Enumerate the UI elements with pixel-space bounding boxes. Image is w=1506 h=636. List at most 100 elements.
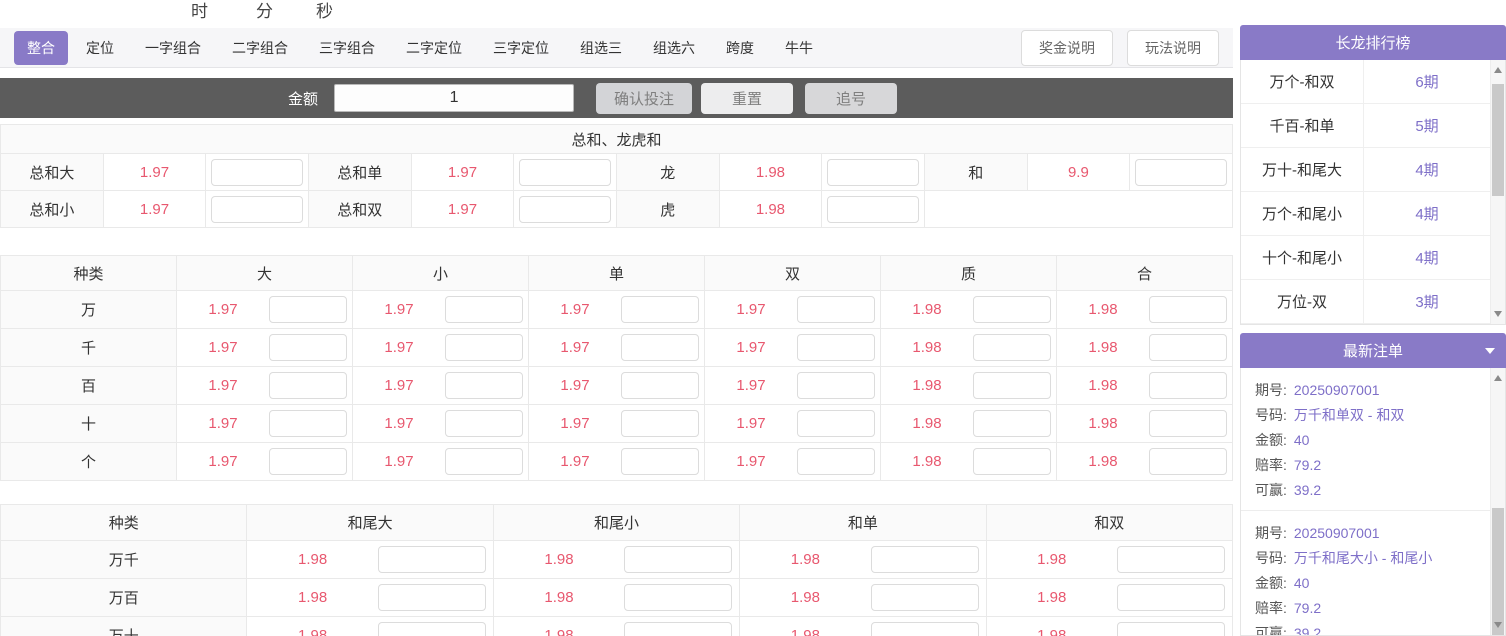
- bet-amount-input[interactable]: [1149, 334, 1227, 361]
- tab-item[interactable]: 一字组合: [132, 31, 214, 65]
- bet-amount-input[interactable]: [1117, 546, 1225, 573]
- odds-value: 1.97: [529, 339, 621, 356]
- bet-amount-input[interactable]: [973, 296, 1051, 323]
- bet-amount-input[interactable]: [445, 410, 523, 437]
- bet-amount-input[interactable]: [445, 296, 523, 323]
- ranking-row[interactable]: 万个-和尾小4期: [1241, 192, 1490, 236]
- bet-type-label: 总和大: [1, 154, 104, 191]
- bet-amount-input[interactable]: [519, 159, 611, 186]
- bet-amount-input[interactable]: [973, 372, 1051, 399]
- ranking-row[interactable]: 万位-双3期: [1241, 280, 1490, 324]
- ranking-row[interactable]: 千百-和单5期: [1241, 104, 1490, 148]
- tab-item[interactable]: 二字定位: [393, 31, 475, 65]
- bet-amount-input[interactable]: [621, 372, 699, 399]
- bet-row: 总和小1.97总和双1.97虎1.98: [1, 191, 1233, 228]
- order-entry: 期号:20250907001号码:万千和单双 - 和双金额:40赔率:79.2可…: [1241, 368, 1490, 510]
- bet-amount-input[interactable]: [621, 334, 699, 361]
- tab-item[interactable]: 定位: [73, 31, 127, 65]
- bet-amount-input[interactable]: [1117, 622, 1225, 636]
- tab-item[interactable]: 三字组合: [306, 31, 388, 65]
- bet-amount-input[interactable]: [378, 584, 486, 611]
- bet-amount-input[interactable]: [378, 622, 486, 636]
- confirm-bet-button[interactable]: 确认投注: [596, 83, 692, 114]
- bet-amount-input[interactable]: [621, 296, 699, 323]
- odds-input-group: 1.98: [987, 617, 1232, 636]
- ranking-row[interactable]: 十个-和尾小4期: [1241, 236, 1490, 280]
- odds-value: 1.98: [494, 589, 624, 606]
- bet-amount-input[interactable]: [624, 584, 732, 611]
- bet-amount-input[interactable]: [973, 410, 1051, 437]
- chevron-down-icon[interactable]: [1485, 348, 1495, 354]
- column-header: 和尾小: [493, 505, 739, 541]
- chase-number-button[interactable]: 追号: [805, 83, 897, 114]
- ranking-scrollbar-thumb[interactable]: [1492, 84, 1504, 196]
- reset-button[interactable]: 重置: [701, 83, 793, 114]
- bet-amount-input[interactable]: [1117, 584, 1225, 611]
- play-rules-button[interactable]: 玩法说明: [1127, 30, 1219, 66]
- tab-item[interactable]: 组选六: [640, 31, 708, 65]
- bet-amount-input[interactable]: [797, 448, 875, 475]
- odds-input-cell: 1.97: [353, 329, 529, 367]
- bet-amount-input[interactable]: [621, 410, 699, 437]
- scroll-up-icon[interactable]: [1491, 370, 1505, 386]
- ranking-row[interactable]: 万个-和双6期: [1241, 60, 1490, 104]
- bet-amount-input[interactable]: [624, 622, 732, 636]
- bet-amount-input[interactable]: [519, 196, 611, 223]
- bet-amount-input[interactable]: [797, 372, 875, 399]
- bet-amount-input[interactable]: [1149, 448, 1227, 475]
- bet-amount-input[interactable]: [827, 196, 919, 223]
- tab-item[interactable]: 三字定位: [480, 31, 562, 65]
- bet-amount-input[interactable]: [1149, 410, 1227, 437]
- bet-amount-input[interactable]: [269, 372, 347, 399]
- ranking-streak-count: 4期: [1364, 236, 1490, 279]
- bet-amount-input[interactable]: [269, 334, 347, 361]
- odds-input-cell: 1.98: [493, 617, 739, 636]
- bet-amount-input[interactable]: [797, 296, 875, 323]
- bet-amount-input[interactable]: [211, 196, 303, 223]
- bet-amount-input[interactable]: [624, 546, 732, 573]
- bet-amount-input[interactable]: [1135, 159, 1227, 186]
- odds-input-cell: 1.98: [1057, 329, 1233, 367]
- tab-item[interactable]: 整合: [14, 31, 68, 65]
- bet-amount-input[interactable]: [973, 448, 1051, 475]
- bet-amount-input[interactable]: [269, 410, 347, 437]
- bet-amount-input[interactable]: [445, 372, 523, 399]
- bet-amount-input[interactable]: [445, 448, 523, 475]
- ranking-scrollbar[interactable]: [1490, 60, 1505, 324]
- bet-amount-input[interactable]: [1149, 296, 1227, 323]
- scroll-down-icon[interactable]: [1491, 617, 1505, 633]
- bet-amount-input[interactable]: [871, 546, 979, 573]
- amount-input[interactable]: [334, 84, 574, 112]
- bet-amount-input[interactable]: [269, 448, 347, 475]
- prize-info-button[interactable]: 奖金说明: [1021, 30, 1113, 66]
- odds-input-group: 1.97: [353, 291, 528, 328]
- bet-amount-input[interactable]: [797, 410, 875, 437]
- column-header: 大: [177, 256, 353, 291]
- bet-amount-input[interactable]: [211, 159, 303, 186]
- odds-input-cell: 1.98: [881, 443, 1057, 481]
- scroll-down-icon[interactable]: [1491, 306, 1505, 322]
- odds-input-cell: 1.97: [177, 291, 353, 329]
- odds-input-cell: 1.97: [529, 405, 705, 443]
- bet-amount-input[interactable]: [378, 546, 486, 573]
- odds-value: 1.97: [529, 415, 621, 432]
- odds-input-cell: 1.97: [177, 443, 353, 481]
- tab-item[interactable]: 牛牛: [772, 31, 826, 65]
- ranking-row[interactable]: 万十-和尾大4期: [1241, 148, 1490, 192]
- order-potential-win-value: 39.2: [1294, 478, 1321, 503]
- bet-amount-input[interactable]: [621, 448, 699, 475]
- bet-amount-input[interactable]: [797, 334, 875, 361]
- hour-label: 时: [191, 0, 208, 22]
- bet-amount-input[interactable]: [973, 334, 1051, 361]
- bet-amount-input[interactable]: [871, 622, 979, 636]
- scroll-up-icon[interactable]: [1491, 62, 1505, 78]
- orders-scrollbar[interactable]: [1490, 368, 1505, 635]
- tab-item[interactable]: 二字组合: [219, 31, 301, 65]
- bet-amount-input[interactable]: [269, 296, 347, 323]
- tab-item[interactable]: 跨度: [713, 31, 767, 65]
- bet-amount-input[interactable]: [827, 159, 919, 186]
- tab-item[interactable]: 组选三: [567, 31, 635, 65]
- bet-amount-input[interactable]: [445, 334, 523, 361]
- bet-amount-input[interactable]: [1149, 372, 1227, 399]
- bet-amount-input[interactable]: [871, 584, 979, 611]
